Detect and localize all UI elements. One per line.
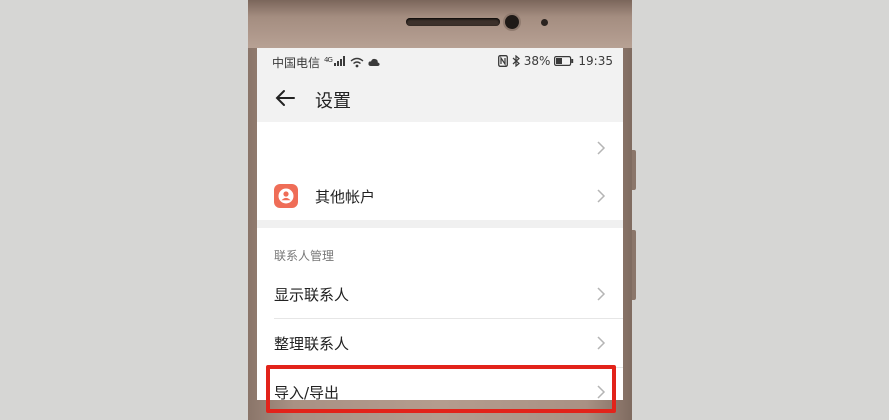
status-left: 中国电信 4G [272, 54, 380, 71]
wifi-icon [350, 57, 364, 68]
page-title: 设置 [315, 91, 351, 112]
network-type-label: 4G [324, 56, 333, 64]
show-contacts-row[interactable]: 显示联系人 [257, 270, 623, 318]
organize-contacts-row[interactable]: 整理联系人 [257, 319, 623, 367]
back-arrow-icon[interactable] [273, 86, 297, 110]
signal-bars-icon [333, 56, 345, 66]
bluetooth-icon [512, 55, 520, 67]
cloud-icon [368, 58, 380, 66]
section-gap [257, 220, 623, 228]
carrier-label: 中国电信 [272, 56, 321, 70]
account-icon [274, 184, 298, 208]
other-accounts-row[interactable]: 其他帐户 [257, 172, 623, 220]
earpiece-speaker [406, 18, 500, 26]
organize-contacts-label: 整理联系人 [274, 335, 350, 353]
battery-percent: 38% [523, 54, 551, 68]
battery-icon [554, 56, 574, 66]
proximity-sensor [541, 19, 548, 26]
chevron-right-icon [597, 336, 606, 350]
other-accounts-label: 其他帐户 [315, 188, 376, 206]
clock: 19:35 [578, 54, 613, 68]
status-bar: 中国电信 4G 38% 19:35 [257, 48, 623, 74]
chevron-right-icon [597, 287, 606, 301]
show-contacts-label: 显示联系人 [274, 286, 350, 304]
power-button [632, 230, 636, 300]
front-camera-icon [505, 15, 519, 29]
phone-screen: 中国电信 4G 38% 19:35 设置 其他帐户 联系人管理 显示联系人 整理… [257, 48, 623, 400]
status-right: 38% 19:35 [497, 54, 613, 68]
chevron-right-icon [597, 189, 606, 203]
chevron-right-icon [597, 141, 606, 155]
account-row-1[interactable] [257, 124, 623, 172]
volume-button [632, 150, 636, 190]
section-header-contacts-management: 联系人管理 [274, 249, 335, 263]
person-icon [278, 188, 294, 204]
signal-icon: 4G [324, 56, 346, 69]
app-bar: 设置 [257, 74, 623, 122]
highlight-box [266, 365, 616, 413]
nfc-icon [497, 55, 508, 67]
